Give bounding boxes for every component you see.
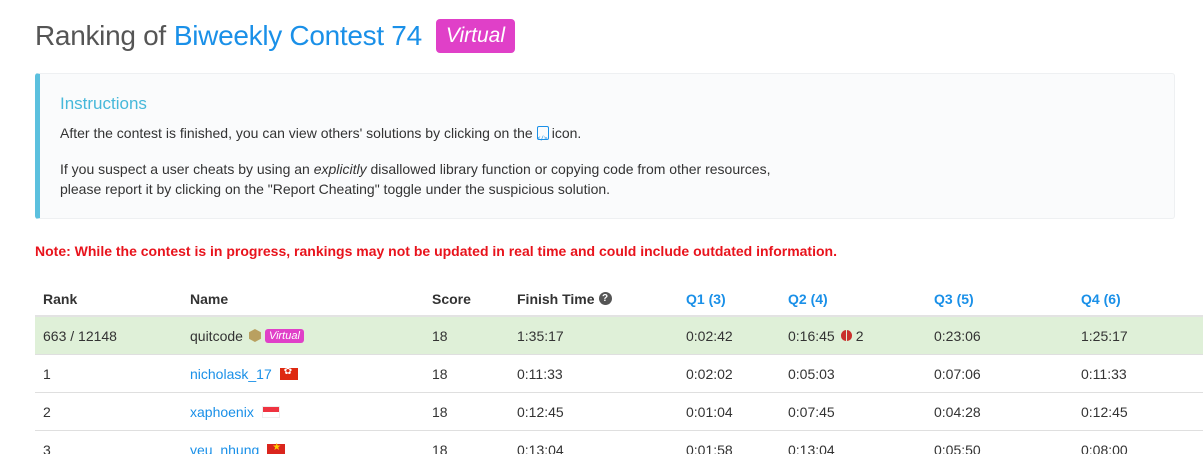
finish-time-cell: 0:12:45: [517, 403, 564, 420]
rank-cell: 2: [43, 403, 51, 420]
page-title-prefix: Ranking of: [35, 20, 166, 51]
sg-flag-icon: [261, 405, 280, 418]
ranking-note: Note: While the contest is in progress, …: [35, 243, 837, 259]
table-row: 3 yeu_nhung 18 0:13:04 0:01:58 0:13:04 0…: [35, 431, 1203, 454]
q4-time-cell: 0:08:00: [1081, 441, 1128, 454]
user-name: quitcode: [190, 327, 243, 344]
header-score: Score: [432, 290, 471, 307]
q2-time-cell: 0:16:45 2: [788, 327, 864, 344]
instructions-panel: Instructions After the contest is finish…: [35, 73, 1175, 219]
q2-time-cell: 0:05:03: [788, 365, 835, 382]
header-rank: Rank: [43, 290, 78, 307]
header-finish-time: Finish Time?: [517, 282, 612, 315]
score-cell: 18: [432, 365, 448, 382]
table-row: 2 xaphoenix 18 0:12:45 0:01:04 0:07:45 0…: [35, 393, 1203, 431]
header-q3-link[interactable]: Q3 (5): [934, 282, 974, 315]
header-q2-link[interactable]: Q2 (4): [788, 282, 828, 315]
q3-time-cell: 0:05:50: [934, 441, 981, 454]
finish-time-cell: 1:35:17: [517, 327, 564, 344]
wrong-attempts-count: 2: [855, 327, 864, 344]
table-row-self: 663 / 12148 quitcode Virtual 18 1:35:17 …: [35, 317, 1203, 355]
q4-time-cell: 0:11:33: [1081, 365, 1127, 382]
ranking-table: Rank Name Score Finish Time? Q1 (3) Q2 (…: [35, 282, 1203, 454]
question-circle-icon[interactable]: ?: [598, 292, 612, 305]
q1-time-cell: 0:01:58: [686, 441, 733, 454]
virtual-badge: Virtual: [435, 19, 516, 53]
q3-time-cell: 0:07:06: [934, 365, 981, 382]
hk-flag-icon: [279, 366, 298, 380]
header-q4-link[interactable]: Q4 (6): [1081, 282, 1121, 315]
name-cell: yeu_nhung: [190, 431, 286, 454]
q3-time-cell: 0:04:28: [934, 403, 981, 420]
user-name-link[interactable]: yeu_nhung: [190, 442, 259, 454]
name-cell: nicholask_17: [190, 355, 298, 392]
rank-cell: 3: [43, 441, 51, 454]
rank-cell: 663 / 12148: [43, 327, 117, 344]
table-header: Rank Name Score Finish Time? Q1 (3) Q2 (…: [35, 282, 1203, 317]
q4-time-cell: 0:12:45: [1081, 403, 1128, 420]
user-name-link[interactable]: nicholask_17: [190, 366, 272, 382]
rank-cell: 1: [43, 365, 51, 382]
page-header: Ranking of Biweekly Contest 74 Virtual: [35, 16, 516, 56]
view-code-icon: [536, 126, 549, 149]
q2-time-cell: 0:07:45: [788, 403, 835, 420]
q3-time-cell: 0:23:06: [934, 327, 981, 344]
virtual-badge-small: Virtual: [264, 328, 304, 343]
contest-name-link[interactable]: Biweekly Contest 74: [174, 20, 422, 52]
q2-time-cell: 0:13:04: [788, 441, 835, 454]
instructions-paragraph-2: If you suspect a user cheats by using an…: [60, 161, 771, 197]
header-q1-link[interactable]: Q1 (3): [686, 282, 726, 315]
instructions-paragraph-1: After the contest is finished, you can v…: [60, 123, 581, 149]
vn-flag-icon: [267, 442, 286, 454]
q4-time-cell: 1:25:17: [1081, 327, 1128, 344]
name-cell: xaphoenix: [190, 393, 280, 430]
bug-icon: [840, 330, 852, 341]
finish-time-cell: 0:13:04: [517, 441, 564, 454]
q1-time-cell: 0:01:04: [686, 403, 733, 420]
score-cell: 18: [432, 441, 448, 454]
score-cell: 18: [432, 403, 448, 420]
header-name: Name: [190, 290, 229, 307]
finish-time-cell: 0:11:33: [517, 365, 563, 382]
table-row: 1 nicholask_17 18 0:11:33 0:02:02 0:05:0…: [35, 355, 1203, 393]
user-name-link[interactable]: xaphoenix: [190, 404, 254, 420]
score-cell: 18: [432, 327, 448, 344]
instructions-title: Instructions: [60, 94, 147, 113]
name-cell: quitcode Virtual: [190, 317, 304, 354]
q1-time-cell: 0:02:02: [686, 365, 733, 382]
q1-time-cell: 0:02:42: [686, 327, 733, 344]
hexagon-badge-icon: [248, 329, 261, 342]
